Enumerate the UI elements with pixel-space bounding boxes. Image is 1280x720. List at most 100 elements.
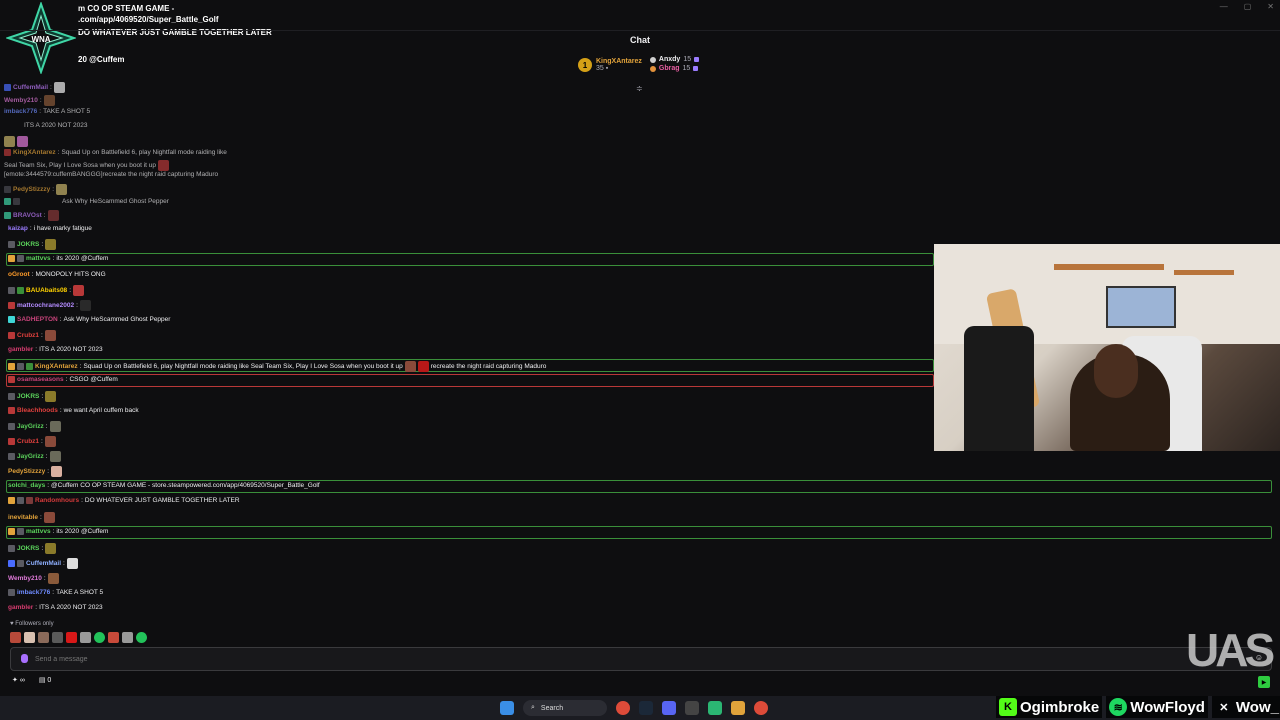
chat-message[interactable]: osamaseasons: CSGO @Cuffem bbox=[8, 376, 118, 383]
emote[interactable] bbox=[66, 632, 77, 643]
header-divider bbox=[0, 30, 1280, 31]
emote[interactable] bbox=[80, 632, 91, 643]
chat-message[interactable]: JayGrizz: bbox=[8, 421, 61, 432]
chat-message[interactable]: BAUAbaits08: bbox=[8, 285, 84, 296]
badge-icon bbox=[8, 545, 15, 552]
steam-icon[interactable] bbox=[639, 701, 653, 715]
emote[interactable] bbox=[122, 632, 133, 643]
emote[interactable] bbox=[136, 632, 147, 643]
badge-icon bbox=[17, 255, 24, 262]
start-icon[interactable] bbox=[500, 701, 514, 715]
chat-message[interactable]: JOKRS: bbox=[8, 239, 57, 250]
ghost-message: Seal Team Six, Play I Love Sosa when you… bbox=[4, 160, 169, 171]
social-spotify: ≋ WowFloyd bbox=[1106, 696, 1208, 718]
chat-message[interactable]: inevitable: bbox=[8, 512, 55, 523]
emote[interactable] bbox=[52, 632, 63, 643]
chat-message[interactable]: kaizap: i have marky fatigue bbox=[8, 225, 92, 232]
chat-message[interactable]: Randomhours: DO WHATEVER JUST GAMBLE TOGE… bbox=[8, 497, 240, 504]
emote[interactable] bbox=[10, 632, 21, 643]
chat-input[interactable] bbox=[33, 654, 1137, 664]
chat-message[interactable]: Crubz1: bbox=[8, 330, 56, 341]
ghost-message: PedyStizzzy: bbox=[4, 184, 68, 195]
leaderboard-second-points: 15 bbox=[683, 56, 692, 63]
leaderboard-first[interactable]: 1 KingXAntarez 35 ▪ bbox=[578, 56, 642, 74]
close-icon[interactable]: ✕ bbox=[1267, 2, 1274, 11]
badge-icon bbox=[8, 287, 15, 294]
channel-points[interactable]: ✦ ∞ bbox=[12, 676, 25, 684]
chat-message[interactable]: oGroot: MONOPOLY HITS ONG bbox=[8, 271, 106, 278]
chat-message[interactable]: JayGrizz: bbox=[8, 451, 61, 462]
chat-message[interactable]: mattvvs: its 2020 @Cuffem bbox=[8, 528, 108, 535]
maximize-icon[interactable]: ▢ bbox=[1244, 2, 1252, 11]
chat-input-box[interactable]: ☺ bbox=[10, 647, 1272, 671]
bits-balance[interactable]: ▤ 0 bbox=[39, 676, 51, 684]
chat-message[interactable]: KingXAntarez: Squad Up on Battlefield 6, … bbox=[8, 361, 546, 372]
leaderboard-second[interactable]: Anxdy 15 bbox=[649, 56, 700, 63]
ghost-message: Wemby210: bbox=[4, 95, 55, 106]
chat-message[interactable]: gambler: ITS A 2020 NOT 2023 bbox=[8, 604, 103, 611]
highlight-frame bbox=[6, 374, 934, 387]
chat-message[interactable]: solchi_days: @Cuffem CO OP STEAM GAME - s… bbox=[8, 482, 320, 489]
ghost-message: Ask Why HeScammed Ghost Pepper bbox=[4, 198, 169, 205]
chat-message[interactable]: gambler: ITS A 2020 NOT 2023 bbox=[8, 346, 103, 353]
highlight-frame bbox=[6, 253, 934, 266]
chrome-icon[interactable] bbox=[754, 701, 768, 715]
overlay-line-2: .com/app/4069520/Super_Battle_Golf bbox=[78, 15, 219, 24]
badge-icon bbox=[8, 332, 15, 339]
chat-message[interactable]: imback776: TAKE A SHOT 5 bbox=[8, 589, 103, 596]
watermark-logo: UAS bbox=[1186, 624, 1275, 676]
chat-message[interactable]: JOKRS: bbox=[8, 391, 57, 402]
followers-only-indicator: ♥ Followers only bbox=[10, 621, 54, 627]
taskbar-search[interactable]: ⌕ Search bbox=[523, 700, 607, 716]
emote[interactable] bbox=[38, 632, 49, 643]
kick-icon: K bbox=[999, 698, 1017, 716]
points-icon: ▪ bbox=[605, 65, 609, 72]
window-controls[interactable]: — ▢ ✕ bbox=[1220, 2, 1274, 11]
highlight-frame bbox=[6, 526, 1272, 539]
badge-icon bbox=[8, 423, 15, 430]
emote-bar[interactable] bbox=[10, 632, 147, 643]
badge-icon bbox=[8, 302, 15, 309]
emote[interactable] bbox=[24, 632, 35, 643]
badge-icon bbox=[8, 589, 15, 596]
bits-icon: ▤ bbox=[38, 677, 46, 684]
leaderboard-first-points: 35 bbox=[596, 65, 604, 72]
app-icon[interactable] bbox=[708, 701, 722, 715]
badge-icon bbox=[8, 241, 15, 248]
emote bbox=[44, 436, 56, 447]
chat-message[interactable]: Wemby210: bbox=[8, 573, 59, 584]
leaderboard[interactable]: 1 KingXAntarez 35 ▪ Anxdy 15 Gbrag 15 bbox=[578, 56, 700, 74]
chat-message[interactable]: PedyStizzzy: bbox=[8, 466, 63, 477]
silver-medal-icon bbox=[649, 56, 656, 63]
collapse-icon[interactable]: ≑ bbox=[636, 84, 643, 93]
emote bbox=[417, 361, 429, 372]
chat-message[interactable]: mattvvs: its 2020 @Cuffem bbox=[8, 255, 108, 262]
file-explorer-icon[interactable] bbox=[731, 701, 745, 715]
emote bbox=[45, 391, 57, 402]
emote[interactable] bbox=[94, 632, 105, 643]
search-icon: ⌕ bbox=[531, 704, 535, 711]
emote[interactable] bbox=[108, 632, 119, 643]
chat-message[interactable]: SADHEPTON: Ask Why HeScammed Ghost Pepper bbox=[8, 316, 170, 323]
badge-icon bbox=[8, 393, 15, 400]
chat-message[interactable]: JOKRS: bbox=[8, 543, 57, 554]
discord-icon[interactable] bbox=[662, 701, 676, 715]
leaderboard-third[interactable]: Gbrag 15 bbox=[649, 65, 699, 72]
chat-bottom-bar[interactable]: ✦ ∞ ▤ 0 bbox=[12, 676, 51, 684]
chat-message[interactable]: mattcochrane2002: bbox=[8, 300, 91, 311]
minimize-icon[interactable]: — bbox=[1220, 2, 1228, 11]
social-x: ✕Wow_Floyd1 bbox=[1211, 696, 1280, 718]
chat-message[interactable]: CuffemMail: bbox=[8, 558, 78, 569]
chat-message[interactable]: Bleachhoods: we want April cuffem back bbox=[8, 407, 139, 414]
ghost-message bbox=[4, 136, 28, 147]
bits-icon[interactable] bbox=[21, 654, 28, 663]
app-icon[interactable] bbox=[685, 701, 699, 715]
browser-icon[interactable] bbox=[616, 701, 630, 715]
crown-badge-icon bbox=[8, 528, 15, 535]
emote bbox=[44, 330, 56, 341]
chat-message[interactable]: Crubz1: bbox=[8, 436, 56, 447]
overlay-line-1: m CO OP STEAM GAME - bbox=[78, 4, 175, 13]
ghost-message: ITS A 2020 NOT 2023 bbox=[24, 122, 88, 129]
badge-icon bbox=[8, 316, 15, 323]
social-kick: K Ogimbroke bbox=[996, 696, 1103, 718]
